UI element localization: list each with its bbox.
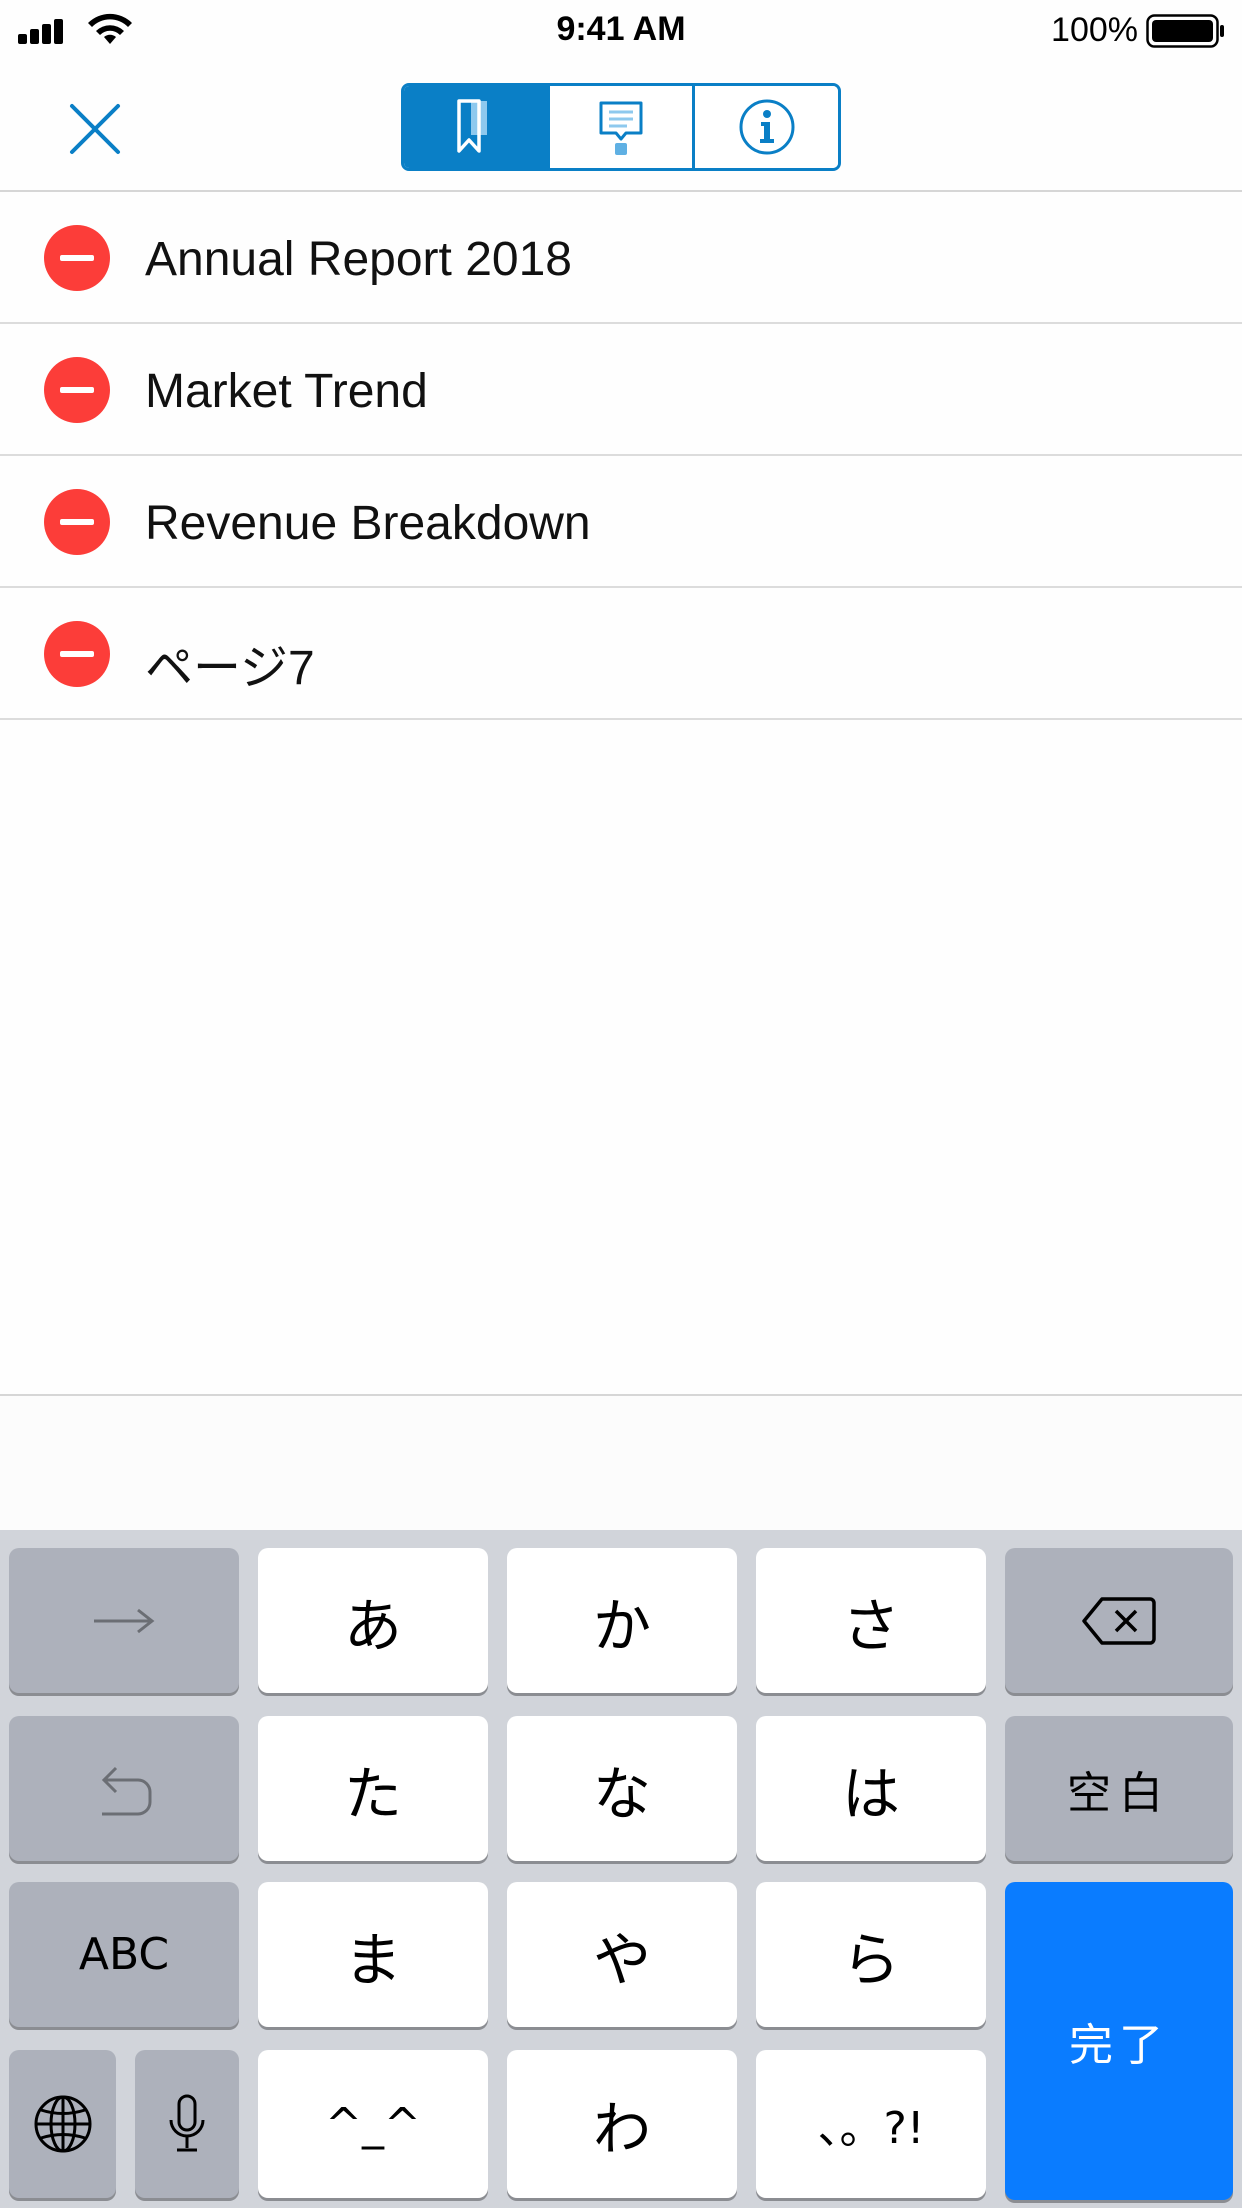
japanese-kana-keyboard: あ か さ た な は 空白 ABC ま や ら 完了 ^_^ わ 、。?! <box>0 1530 1242 2208</box>
abc-key[interactable]: ABC <box>9 1882 239 2027</box>
battery-percentage: 100% <box>1051 11 1138 49</box>
globe-icon <box>34 2095 91 2153</box>
microphone-key[interactable] <box>135 2050 239 2198</box>
kana-key-ka[interactable]: か <box>507 1548 737 1693</box>
list-item[interactable]: Annual Report 2018 <box>0 192 1242 324</box>
kana-key-ha[interactable]: は <box>756 1716 986 1861</box>
comment-icon <box>599 101 643 155</box>
kana-key-ma[interactable]: ま <box>258 1882 488 2027</box>
undo-arrow-icon <box>101 1766 152 1815</box>
tab-info[interactable] <box>692 86 838 168</box>
view-mode-segmented-control <box>401 83 841 171</box>
done-key[interactable]: 完了 <box>1005 1882 1233 2200</box>
next-candidate-key[interactable] <box>9 1548 239 1693</box>
battery-icon <box>1146 14 1224 48</box>
bookmark-label: Annual Report 2018 <box>145 233 572 286</box>
list-item[interactable]: Market Trend <box>0 324 1242 456</box>
bookmark-label: Market Trend <box>145 365 428 418</box>
delete-backward-icon <box>1082 1596 1156 1645</box>
close-icon[interactable] <box>60 94 130 164</box>
backspace-key[interactable] <box>1005 1548 1233 1693</box>
globe-key[interactable] <box>9 2050 116 2198</box>
nav-bar <box>0 62 1242 192</box>
kana-key-ta[interactable]: た <box>258 1716 488 1861</box>
kana-key-ya[interactable]: や <box>507 1882 737 2027</box>
delete-icon[interactable] <box>44 489 110 555</box>
space-key[interactable]: 空白 <box>1005 1716 1233 1861</box>
undo-key[interactable] <box>9 1716 239 1861</box>
delete-icon[interactable] <box>44 225 110 291</box>
punctuation-key[interactable]: 、。?! <box>756 2050 986 2198</box>
bookmark-list: Annual Report 2018 Market Trend Revenue … <box>0 192 1242 720</box>
microphone-icon <box>169 2094 205 2152</box>
list-item[interactable]: ページ7 <box>0 588 1242 720</box>
list-item[interactable]: Revenue Breakdown <box>0 456 1242 588</box>
kana-key-wa[interactable]: わ <box>507 2050 737 2198</box>
info-icon <box>739 99 795 155</box>
delete-icon[interactable] <box>44 357 110 423</box>
kana-key-a[interactable]: あ <box>258 1548 488 1693</box>
right-arrow-icon <box>94 1608 155 1633</box>
tab-bookmarks[interactable] <box>404 86 547 168</box>
bookmark-icon <box>457 99 488 153</box>
bookmark-label: ページ7 <box>145 642 315 695</box>
bookmark-label: Revenue Breakdown <box>145 497 591 550</box>
kana-key-ra[interactable]: ら <box>756 1882 986 2027</box>
screen: 9:41 AM 100% Annual Report 2018 Market T… <box>0 0 1242 2208</box>
kaomoji-key[interactable]: ^_^ <box>258 2050 488 2198</box>
delete-icon[interactable] <box>44 621 110 687</box>
kana-key-na[interactable]: な <box>507 1716 737 1861</box>
kana-key-sa[interactable]: さ <box>756 1548 986 1693</box>
status-bar: 9:41 AM 100% <box>0 0 1242 62</box>
tab-comments[interactable] <box>546 86 693 168</box>
text-input-area[interactable] <box>0 1394 1242 1530</box>
